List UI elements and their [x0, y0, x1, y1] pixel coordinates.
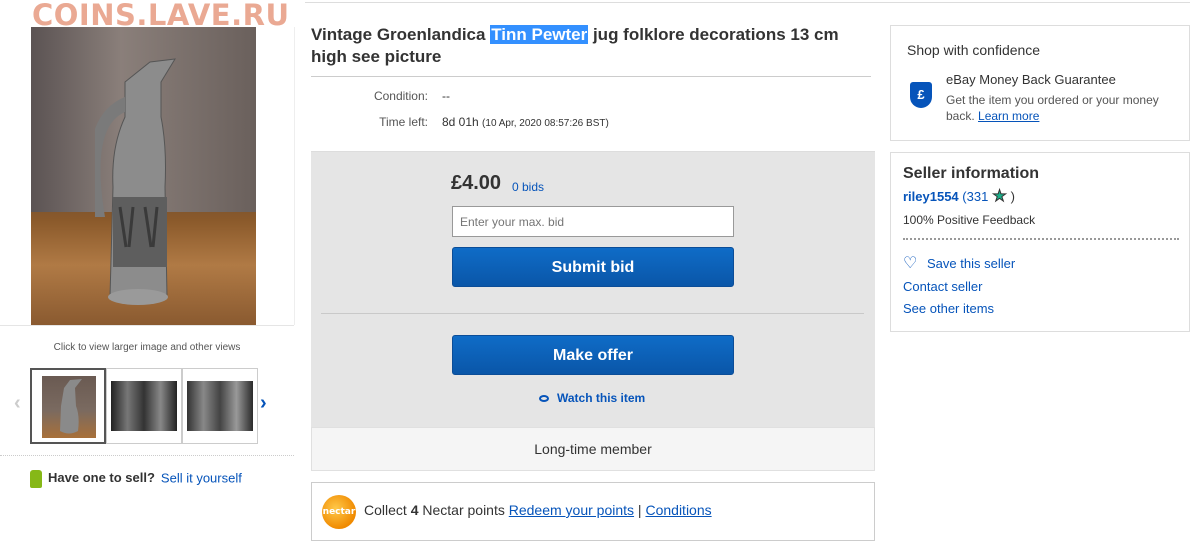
save-seller-label: Save this seller [927, 256, 1016, 271]
time-left-duration: 8d 01h [442, 115, 479, 129]
watch-item-link[interactable]: Watch this item [539, 391, 645, 405]
price-tag-icon [30, 470, 42, 488]
seller-info-panel: Seller information riley1554 (331 ★) 100%… [890, 152, 1190, 332]
feedback-score[interactable]: (331 [962, 189, 988, 204]
nectar-logo: nectar [322, 495, 356, 529]
thumbnail-2[interactable] [106, 368, 182, 444]
guarantee-title: eBay Money Back Guarantee [946, 72, 1116, 87]
listing-title: Vintage Groenlandica Tinn Pewter jug fol… [311, 24, 876, 68]
title-text: Vintage Groenlandica [311, 25, 491, 44]
gallery-border [294, 27, 295, 325]
heart-icon: ♡ [903, 255, 918, 272]
star-icon: ★ [992, 188, 1007, 206]
eye-icon [539, 395, 549, 403]
watch-label: Watch this item [557, 391, 646, 405]
money-back-shield-icon: £ [910, 82, 932, 108]
seller-heading: Seller information [903, 165, 1040, 182]
learn-more-link[interactable]: Learn more [978, 109, 1039, 123]
title-divider [311, 76, 871, 77]
thumbnail-strip: ‹ › [12, 368, 282, 444]
chevron-left-icon[interactable]: ‹ [14, 392, 21, 415]
sell-it-yourself-link[interactable]: Sell it yourself [161, 470, 242, 485]
chevron-right-icon[interactable]: › [260, 392, 267, 415]
feedback-score-close: ) [1010, 189, 1016, 204]
title-highlight: Tinn Pewter [490, 25, 589, 44]
submit-bid-button[interactable]: Submit bid [452, 247, 734, 287]
shop-confidence-panel: Shop with confidence £ eBay Money Back G… [890, 25, 1190, 141]
main-product-image[interactable] [31, 27, 256, 325]
confidence-heading: Shop with confidence [907, 42, 1041, 58]
time-left-end: (10 Apr, 2020 08:57:26 BST) [482, 118, 609, 129]
link-separator: | [634, 502, 646, 518]
max-bid-input[interactable] [452, 206, 734, 237]
save-seller-link[interactable]: ♡ Save this seller [903, 253, 1015, 273]
pewter-jug-image [95, 58, 176, 305]
nectar-collect-suffix: Nectar points [418, 502, 509, 518]
condition-value: -- [442, 89, 450, 103]
member-badge: Long-time member [311, 427, 875, 471]
condition-label: Condition: [373, 89, 428, 103]
conditions-link[interactable]: Conditions [645, 502, 711, 518]
seller-name-link[interactable]: riley1554 [903, 189, 959, 204]
see-other-items-link[interactable]: See other items [903, 301, 994, 316]
thumbnail-image [187, 381, 253, 431]
thumbnail-image [42, 376, 96, 438]
nectar-text: Collect 4 Nectar points Redeem your poin… [364, 502, 712, 518]
time-left-value: 8d 01h (10 Apr, 2020 08:57:26 BST) [442, 115, 609, 129]
bid-divider [321, 313, 864, 314]
gallery-caption: Click to view larger image and other vie… [53, 342, 241, 353]
seller-divider [903, 238, 1179, 240]
nectar-collect: Collect [364, 502, 411, 518]
redeem-points-link[interactable]: Redeem your points [509, 502, 634, 518]
bid-count-link[interactable]: 0 bids [512, 180, 544, 194]
sell-divider [0, 455, 294, 456]
time-left-label: Time left: [379, 115, 428, 129]
gallery-divider [0, 325, 294, 326]
guarantee-description: Get the item you ordered or your money b… [946, 92, 1176, 124]
thumbnail-image [111, 381, 177, 431]
top-divider [305, 2, 1190, 3]
current-price: £4.00 [451, 172, 502, 194]
thumbnail-1[interactable] [30, 368, 106, 444]
positive-feedback: 100% Positive Feedback [903, 213, 1036, 227]
sell-prompt: Have one to sell? Sell it yourself [30, 470, 242, 488]
seller-name-row: riley1554 (331 ★) [903, 186, 1015, 206]
contact-seller-link[interactable]: Contact seller [903, 279, 982, 294]
make-offer-button[interactable]: Make offer [452, 335, 734, 375]
watermark: COINS.LAVE.RU [32, 0, 290, 32]
bid-panel: £4.00 0 bids Submit bid Make offer Watch… [311, 151, 875, 427]
nectar-panel: nectar Collect 4 Nectar points Redeem yo… [311, 482, 875, 541]
sell-question: Have one to sell? [48, 470, 155, 486]
thumbnail-3[interactable] [182, 368, 258, 444]
